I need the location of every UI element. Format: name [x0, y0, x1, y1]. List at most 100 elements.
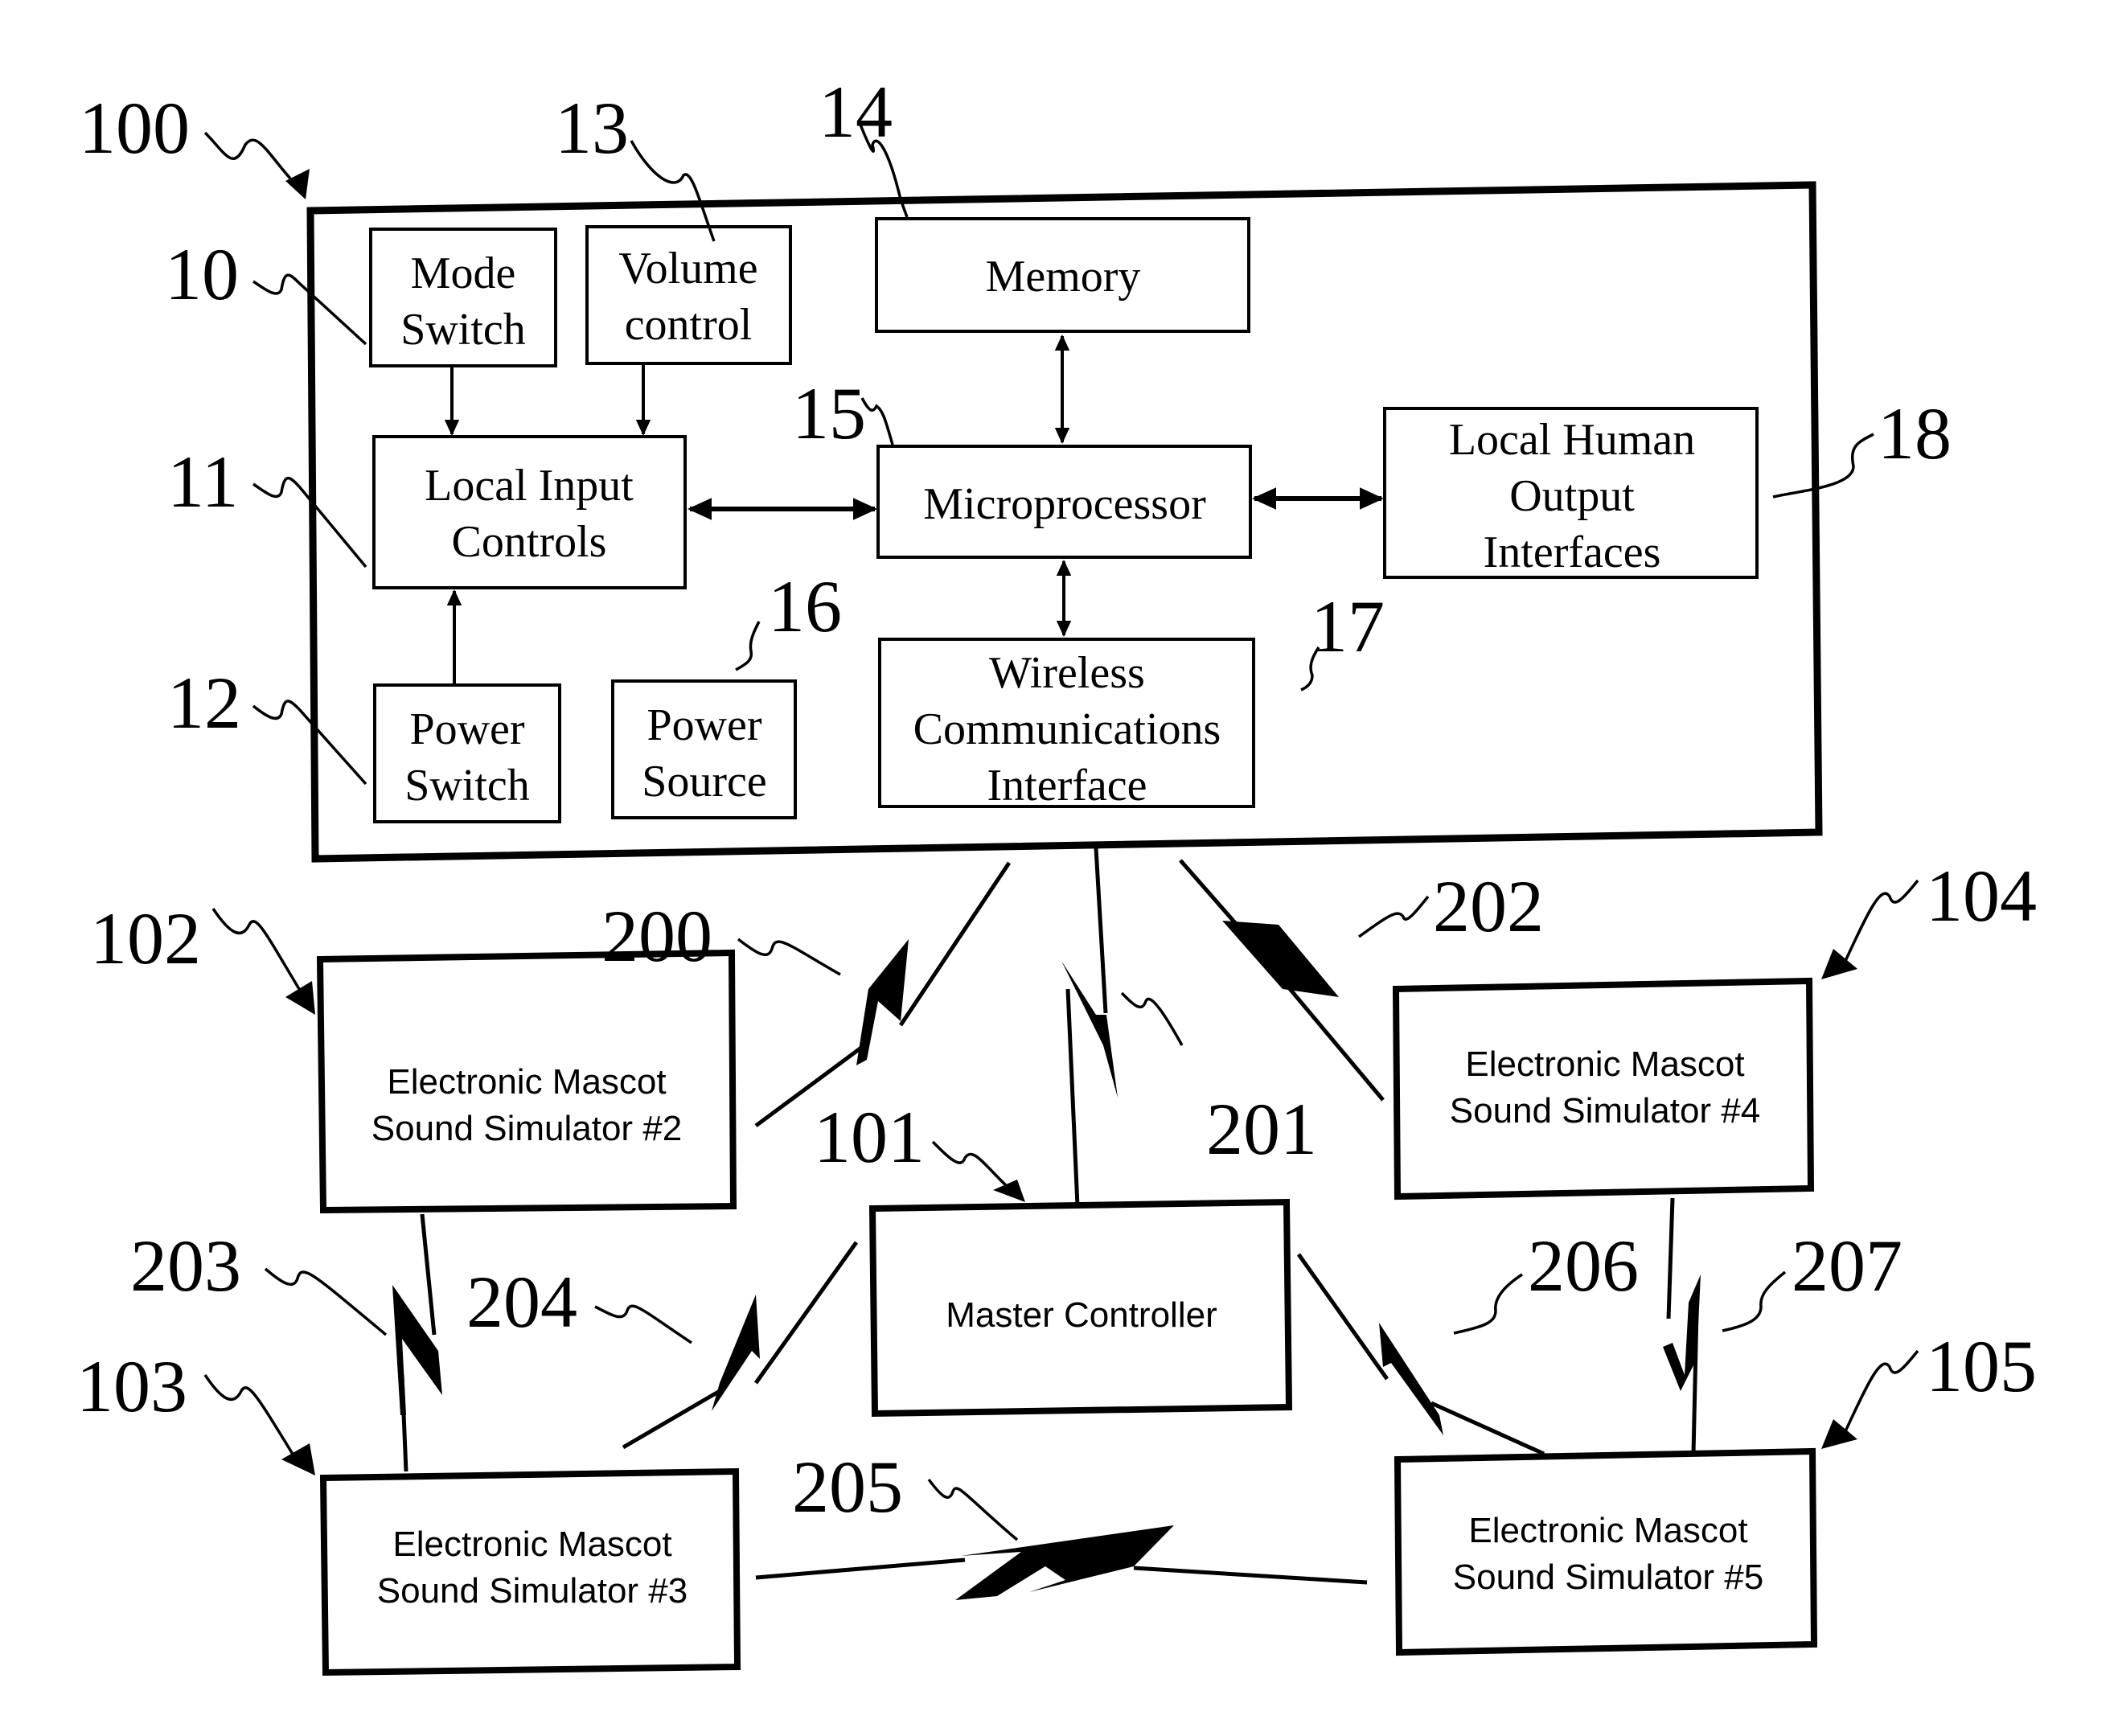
ref-105-leader: [1844, 1349, 1919, 1432]
wireless-interface-label-line2: Communications: [913, 704, 1221, 754]
link-204-lower: [622, 1389, 721, 1450]
ref-102-leader: [211, 908, 301, 990]
ref-102: 102: [90, 897, 201, 979]
link-204-upper: [753, 1241, 859, 1385]
link-201-upper: [1094, 847, 1108, 1014]
ref-101-arrowhead: [993, 1180, 1025, 1202]
link-207-upper: [1666, 1197, 1675, 1319]
local-input-controls-label-line1: Local Input: [425, 461, 634, 511]
ref-103-arrowhead: [281, 1443, 315, 1475]
ref-205-leader: [927, 1478, 1019, 1541]
ref-16-leader: [735, 621, 761, 671]
local-human-output-label-line3: Interfaces: [1484, 527, 1661, 577]
ref-102-arrowhead: [285, 981, 315, 1015]
simulator-2-label-line2: Sound Simulator #2: [371, 1109, 682, 1148]
wireless-interface-block: Wireless Communications Interface 17: [878, 585, 1385, 811]
ref-206: 206: [1528, 1225, 1639, 1307]
ref-17-leader: [1300, 646, 1320, 692]
ref-18: 18: [1878, 392, 1952, 474]
wireless-link-201: 201: [1061, 847, 1317, 1207]
link-202-lower: [1285, 983, 1385, 1102]
link-205-bolt: [955, 1525, 1174, 1600]
block-diagram: 100 Mode Switch 10 Volume control 13 Mem…: [76, 71, 2037, 1676]
simulator-5-node: Electronic Mascot Sound Simulator #5 105: [1394, 1325, 2037, 1656]
local-human-output-label-line1: Local Human: [1449, 415, 1695, 465]
ref-16: 16: [768, 565, 842, 647]
simulator-5-box: [1394, 1447, 1818, 1656]
wireless-link-205: 205: [755, 1446, 1368, 1600]
ref-202-leader: [1357, 895, 1430, 938]
power-source-label-line1: Power: [646, 700, 761, 750]
ref-18-leader: [1772, 433, 1874, 499]
memory-label: Memory: [986, 252, 1141, 302]
link-203-bolt: [392, 1285, 442, 1415]
local-input-controls-block: Local Input Controls 11: [167, 435, 687, 589]
power-switch-label-line2: Switch: [404, 761, 530, 811]
ref-202: 202: [1433, 865, 1544, 947]
simulator-2-label-line1: Electronic Mascot: [387, 1062, 666, 1102]
simulator-4-box: [1392, 977, 1815, 1200]
power-switch-block: Power Switch 12: [167, 662, 561, 823]
ref-104-arrowhead: [1821, 949, 1857, 979]
power-switch-label-line1: Power: [409, 704, 524, 754]
simulator-5-label-line1: Electronic Mascot: [1468, 1511, 1747, 1550]
link-206-lower: [1430, 1401, 1545, 1456]
ref-200: 200: [601, 895, 712, 977]
wireless-interface-label-line3: Interface: [987, 761, 1147, 811]
ref-104-leader: [1844, 879, 1919, 962]
simulator-3-node: Electronic Mascot Sound Simulator #3 103: [76, 1345, 741, 1676]
link-206-bolt: [1379, 1323, 1443, 1435]
ref-13: 13: [555, 87, 629, 169]
ref-15: 15: [792, 372, 866, 454]
ref-105-arrowhead: [1821, 1419, 1857, 1449]
simulator-4-label-line2: Sound Simulator #4: [1450, 1091, 1760, 1131]
link-203-lower: [400, 1374, 408, 1472]
microprocessor-label: Microprocessor: [923, 479, 1206, 529]
simulator-3-label-line2: Sound Simulator #3: [377, 1571, 688, 1611]
ref-101-leader: [931, 1140, 1011, 1190]
wireless-interface-label-line1: Wireless: [989, 648, 1145, 698]
ref-101: 101: [814, 1096, 925, 1178]
ref-100-arrowhead: [285, 169, 310, 199]
ref-103: 103: [76, 1345, 187, 1427]
link-203-upper: [420, 1213, 437, 1336]
mode-switch-label-line2: Switch: [400, 305, 526, 355]
ref-201-leader: [1120, 991, 1184, 1046]
wireless-link-206: 206: [1296, 1225, 1639, 1456]
ref-100: 100: [79, 87, 190, 169]
ref-201: 201: [1206, 1088, 1317, 1170]
mode-switch-label-line1: Mode: [411, 248, 516, 298]
ref-12: 12: [167, 662, 241, 744]
volume-control-label-line1: Volume: [618, 244, 757, 293]
wireless-link-203: 203: [130, 1213, 442, 1472]
simulator-5-label-line2: Sound Simulator #5: [1453, 1557, 1763, 1597]
ref-10: 10: [165, 233, 239, 315]
ref-203: 203: [130, 1225, 241, 1307]
ref-14: 14: [819, 71, 893, 153]
link-200-upper: [898, 861, 1012, 1027]
ref-206-leader: [1453, 1273, 1523, 1335]
ref-100-leader: [203, 131, 299, 188]
microprocessor-block: Microprocessor 15: [792, 372, 1252, 559]
link-205-right: [1133, 1566, 1368, 1585]
ref-103-leader: [203, 1374, 295, 1456]
link-205-left: [755, 1557, 966, 1580]
link-201-lower: [1065, 988, 1080, 1207]
ref-15-leader: [860, 397, 894, 445]
wireless-link-207: 207: [1663, 1197, 1903, 1455]
ref-207-leader: [1722, 1270, 1787, 1332]
simulator-4-label-line1: Electronic Mascot: [1465, 1044, 1744, 1084]
ref-12-leader: [252, 700, 367, 786]
ref-204: 204: [466, 1261, 577, 1343]
volume-control-label-line2: control: [625, 300, 753, 350]
master-controller-label: Master Controller: [946, 1295, 1217, 1335]
ref-200-leader: [737, 938, 841, 976]
ref-17: 17: [1311, 585, 1385, 667]
power-source-block: Power Source 16: [611, 565, 842, 819]
volume-control-block: Volume control 13: [555, 87, 792, 365]
ref-203-leader: [264, 1267, 388, 1336]
local-input-controls-label-line2: Controls: [452, 517, 607, 567]
ref-205: 205: [792, 1446, 903, 1528]
wireless-link-204: 204: [466, 1241, 859, 1450]
ref-204-leader: [594, 1304, 692, 1344]
